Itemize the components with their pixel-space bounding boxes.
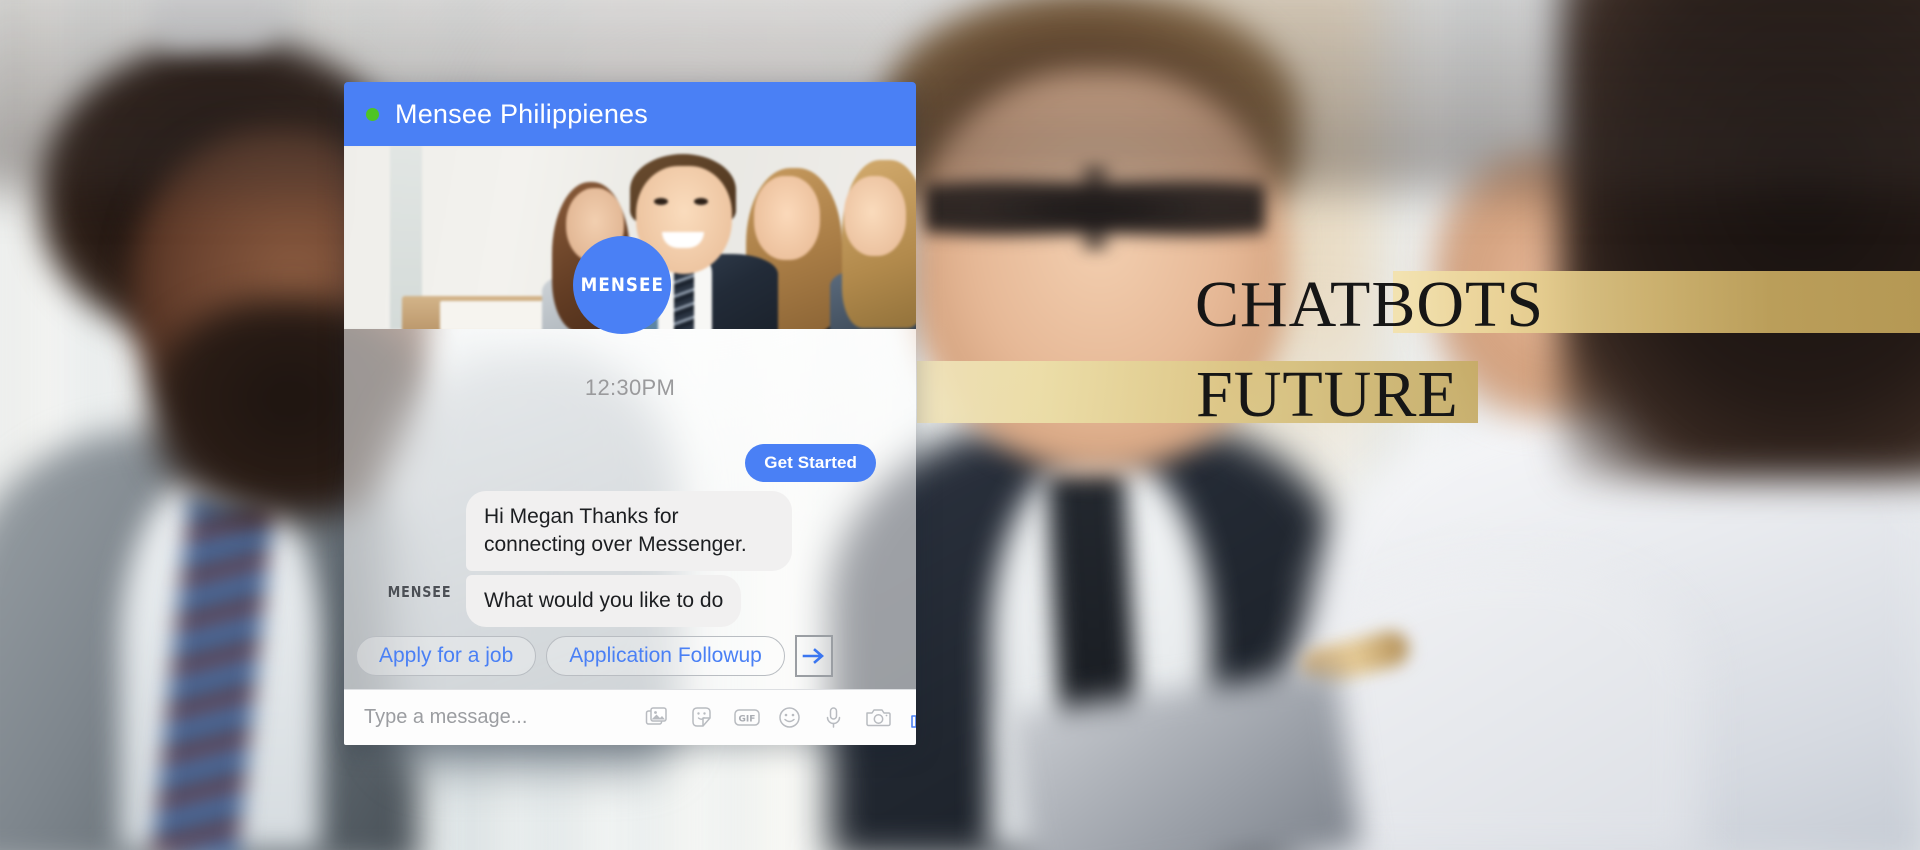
bot-message-bubble: What would you like to do [466,575,742,628]
photo-icon[interactable] [645,705,670,730]
microphone-icon[interactable] [821,705,846,730]
thumbs-up-icon[interactable] [909,705,916,730]
bot-bubble-avatar-label: MENSEE [387,583,452,601]
chat-title: Mensee Philippienes [395,98,648,129]
composer-icon-row: GIF [631,705,916,730]
bot-message-bubble: Hi Megan Thanks for connecting over Mess… [466,491,792,572]
gif-icon[interactable]: GIF [733,705,760,730]
camera-icon[interactable] [865,705,891,730]
cover-person-b-eye-left [654,198,668,205]
cover-panel-light [358,146,382,329]
outgoing-message-row: Get Started [745,444,876,482]
background-photo [0,0,1920,850]
online-status-dot [366,107,379,121]
arrow-right-icon [802,646,826,666]
chat-message-area: 12:30PM Get Started Hi Megan Thanks for … [344,329,916,689]
quick-reply-application-followup[interactable]: Application Followup [546,636,785,676]
message-timestamp: 12:30PM [584,375,676,400]
background-table [0,0,1920,190]
chat-header: Mensee Philippienes [344,82,916,146]
emoji-icon[interactable] [777,705,802,730]
headline-line-1: CHATBOTS [1195,268,1545,341]
get-started-button[interactable]: Get Started [745,444,876,482]
headline-line-2: FUTURE [1196,358,1459,431]
message-composer: GIF [344,689,916,745]
messenger-chat-panel: Mensee Philippienes 12:30PM Get Started … [344,82,916,745]
bot-avatar-label: MENSEE [580,274,664,296]
message-input[interactable] [362,705,631,730]
sticker-icon[interactable] [689,705,714,730]
bot-avatar: MENSEE [573,236,671,334]
cover-person-d-face [844,176,906,256]
quick-reply-next-button[interactable] [794,635,833,677]
cover-person-c-face [754,176,820,260]
quick-reply-bar: Apply for a job Application Followup [356,635,916,677]
svg-text:GIF: GIF [739,715,756,725]
cover-person-b-eye-right [694,198,708,205]
quick-reply-apply-for-a-job[interactable]: Apply for a job [356,636,537,676]
